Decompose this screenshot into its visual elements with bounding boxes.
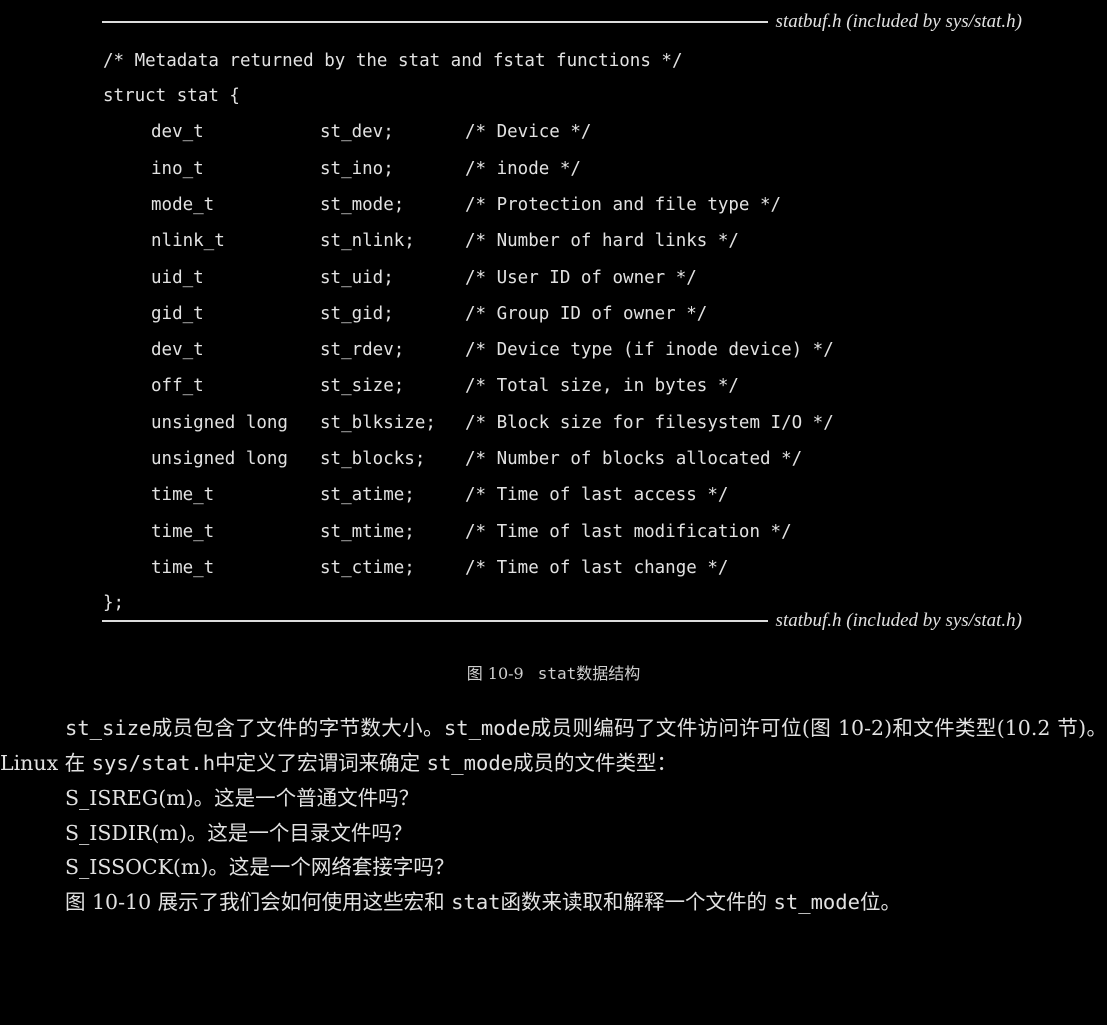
inline-code-st-mode: st_mode	[426, 751, 514, 775]
field-comment: /* Total size, in bytes */	[465, 376, 739, 397]
field-comment: /* Device type (if inode device) */	[465, 340, 834, 361]
field-comment: /* Block size for filesystem I/O */	[465, 412, 834, 433]
struct-field-row: unsigned long st_blocks; /* Number of bloc…	[103, 441, 1063, 477]
paragraph-text: 函数来读取和解释一个文件的	[500, 889, 774, 914]
paragraph-text: 成员包含了文件的字节数大小。	[151, 716, 444, 740]
field-type: unsigned long	[151, 412, 288, 433]
footer-divider-line	[102, 620, 768, 622]
field-comment: /* Time of last change */	[465, 557, 729, 578]
field-name: st_atime;	[320, 485, 415, 506]
inline-code-header-path: sys/stat.h	[91, 751, 216, 775]
header-rule: statbuf.h (included by sys/stat.h)	[102, 8, 1022, 36]
struct-field-row: gid_t st_gid; /* Group ID of owner */	[103, 296, 1063, 332]
inline-code-st-mode: st_mode	[773, 889, 860, 914]
field-comment: /* Protection and file type */	[465, 194, 782, 215]
field-type: dev_t	[151, 122, 204, 143]
field-comment: /* User ID of owner */	[465, 267, 697, 288]
field-comment: /* inode */	[465, 158, 581, 179]
struct-field-row: nlink_t st_nlink; /* Number of hard links …	[103, 223, 1063, 259]
paragraph-st-size: st_size成员包含了文件的字节数大小。st_mode成员则编码了文件访问许可…	[0, 711, 1107, 781]
field-type: unsigned long	[151, 449, 288, 470]
field-name: st_uid;	[320, 267, 394, 288]
struct-field-row: time_t st_mtime; /* Time of last modificat…	[103, 514, 1063, 550]
field-type: gid_t	[151, 303, 204, 324]
header-file-label: statbuf.h (included by sys/stat.h)	[775, 11, 1022, 32]
field-name: st_size;	[320, 376, 405, 397]
paragraph-figure-ref: 图 10-10 展示了我们会如何使用这些宏和 stat函数来读取和解释一个文件的…	[0, 885, 1107, 920]
macro-description: 。这是一个目录文件吗？	[186, 820, 413, 845]
code-listing: /* Metadata returned by the stat and fst…	[103, 44, 1063, 621]
macro-description: 。这是一个普通文件吗？	[193, 786, 420, 810]
footer-rule: statbuf.h (included by sys/stat.h)	[102, 607, 1022, 635]
field-name: st_nlink;	[320, 231, 415, 252]
struct-field-row: ino_t st_ino; /* inode */	[103, 151, 1063, 187]
macro-item: S_ISREG(m)。这是一个普通文件吗？	[0, 781, 1107, 816]
header-divider-line	[102, 21, 768, 23]
struct-field-row: time_t st_atime; /* Time of last access */	[103, 477, 1063, 513]
field-comment: /* Device */	[465, 122, 592, 143]
macro-name: S_ISSOCK(m)	[65, 855, 209, 879]
caption-title: 数据结构	[576, 664, 641, 683]
struct-field-row: unsigned long st_blksize; /* Block size fo…	[103, 405, 1063, 441]
field-name: st_mode;	[320, 194, 405, 215]
struct-open-line: struct stat {	[103, 86, 240, 107]
paragraph-text: 图 10-10 展示了我们会如何使用这些宏和	[65, 889, 452, 914]
macro-description: 。这是一个网络套接字吗？	[208, 855, 455, 879]
field-name: st_dev;	[320, 122, 394, 143]
field-name: st_rdev;	[320, 340, 405, 361]
field-comment: /* Number of hard links */	[465, 231, 739, 252]
caption-code-word: stat	[537, 664, 577, 683]
macro-name: S_ISDIR(m)	[65, 820, 187, 845]
field-type: mode_t	[151, 194, 215, 215]
struct-field-row: mode_t st_mode; /* Protection and file typ…	[103, 187, 1063, 223]
macro-item: S_ISSOCK(m)。这是一个网络套接字吗？	[0, 850, 1107, 885]
field-type: nlink_t	[151, 231, 225, 252]
struct-field-row: uid_t st_uid; /* User ID of owner */	[103, 260, 1063, 296]
field-type: time_t	[151, 557, 215, 578]
field-name: st_mtime;	[320, 521, 415, 542]
macro-item: S_ISDIR(m)。这是一个目录文件吗？	[0, 816, 1107, 851]
field-name: st_gid;	[320, 303, 394, 324]
inline-code-stat: stat	[451, 889, 501, 914]
field-type: time_t	[151, 521, 215, 542]
paragraph-text: 位。	[859, 889, 901, 914]
figure-caption: 图 10-9 stat数据结构	[0, 660, 1107, 684]
field-comment: /* Number of blocks allocated */	[465, 449, 803, 470]
struct-field-row: off_t st_size; /* Total size, in bytes */	[103, 368, 1063, 404]
field-type: time_t	[151, 485, 215, 506]
inline-code-st-mode: st_mode	[443, 716, 531, 740]
code-comment-line: /* Metadata returned by the stat and fst…	[103, 51, 683, 71]
field-name: st_ino;	[320, 158, 394, 179]
field-comment: /* Group ID of owner */	[465, 303, 708, 324]
field-type: off_t	[151, 376, 204, 397]
field-name: st_ctime;	[320, 557, 415, 578]
field-name: st_blksize;	[320, 412, 436, 433]
field-comment: /* Time of last modification */	[465, 521, 792, 542]
struct-field-row: dev_t st_rdev; /* Device type (if inode de…	[103, 332, 1063, 368]
struct-fields: dev_t st_dev; /* Device */ ino_t st_ino; /* i…	[103, 114, 1063, 586]
body-text: st_size成员包含了文件的字节数大小。st_mode成员则编码了文件访问许可…	[0, 711, 1107, 920]
field-name: st_blocks;	[320, 449, 426, 470]
struct-field-row: time_t st_ctime; /* Time of last change */	[103, 550, 1063, 586]
field-type: ino_t	[151, 158, 204, 179]
field-type: uid_t	[151, 267, 204, 288]
field-comment: /* Time of last access */	[465, 485, 729, 506]
paragraph-text: 成员的文件类型：	[513, 751, 678, 775]
macro-list: S_ISREG(m)。这是一个普通文件吗？ S_ISDIR(m)。这是一个目录文件…	[0, 781, 1107, 885]
figure-number: 图 10-9	[466, 664, 524, 683]
inline-code-st-size: st_size	[65, 716, 152, 740]
paragraph-text: 中定义了宏谓词来确定	[215, 751, 427, 775]
footer-file-label: statbuf.h (included by sys/stat.h)	[775, 610, 1022, 631]
field-type: dev_t	[151, 340, 204, 361]
struct-field-row: dev_t st_dev; /* Device */	[103, 114, 1063, 150]
macro-name: S_ISREG(m)	[65, 786, 194, 810]
